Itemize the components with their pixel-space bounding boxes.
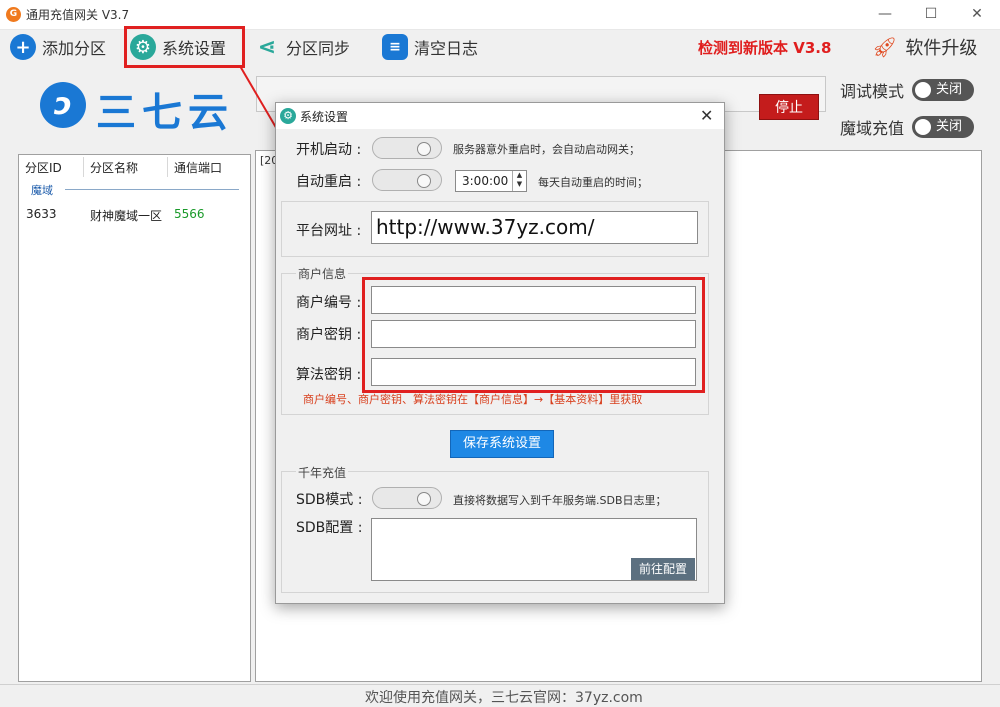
auto-start-label: 开机启动 : <box>296 142 362 158</box>
auto-restart-switch[interactable] <box>372 169 442 191</box>
sdb-mode-hint: 直接将数据写入到千年服务端.SDB日志里； <box>453 494 667 507</box>
dialog-body: 开机启动 : 服务器意外重启时，会自动启动网关； 自动重启 : 3:00:00 … <box>276 129 724 603</box>
goto-config-button[interactable]: 前往配置 <box>631 558 695 580</box>
merchant-key-label: 商户密钥 : <box>296 327 362 343</box>
algo-key-label: 算法密钥 : <box>296 367 362 383</box>
sdb-mode-switch[interactable] <box>372 487 442 509</box>
dialog-title: 系统设置 <box>300 110 349 124</box>
save-settings-button[interactable]: 保存系统设置 <box>450 430 554 458</box>
highlight-merchant-fields <box>362 277 705 393</box>
auto-restart-hint: 每天自动重启的时间； <box>538 176 648 189</box>
system-settings-dialog: ⚙ 系统设置 ✕ 开机启动 : 服务器意外重启时，会自动启动网关； 自动重启 :… <box>275 102 725 604</box>
platform-url-input[interactable]: http://www.37yz.com/ <box>371 211 698 244</box>
auto-restart-label: 自动重启 : <box>296 174 362 190</box>
dialog-title-bar: ⚙ 系统设置 ✕ <box>276 103 724 129</box>
sdb-mode-label: SDB模式 : <box>296 492 363 508</box>
platform-url-value: http://www.37yz.com/ <box>376 215 595 239</box>
auto-start-hint: 服务器意外重启时，会自动启动网关； <box>453 143 640 156</box>
platform-url-label: 平台网址 : <box>296 223 362 239</box>
time-spinner[interactable]: ▲ ▼ <box>512 171 526 191</box>
sdb-config-label: SDB配置 : <box>296 520 363 536</box>
merchant-note: 商户编号、商户密钥、算法密钥在【商户信息】→【基本资料】里获取 <box>303 393 643 406</box>
merchant-id-label: 商户编号 : <box>296 295 362 311</box>
auto-start-switch[interactable] <box>372 137 442 159</box>
merchant-info-title: 商户信息 <box>296 265 349 282</box>
qiannian-title: 千年充值 <box>296 464 349 481</box>
restart-time-value: 3:00:00 <box>462 174 509 188</box>
dialog-close-button[interactable]: ✕ <box>700 106 713 125</box>
restart-time-input[interactable]: 3:00:00 ▲ ▼ <box>455 170 527 192</box>
gear-icon: ⚙ <box>280 108 296 124</box>
